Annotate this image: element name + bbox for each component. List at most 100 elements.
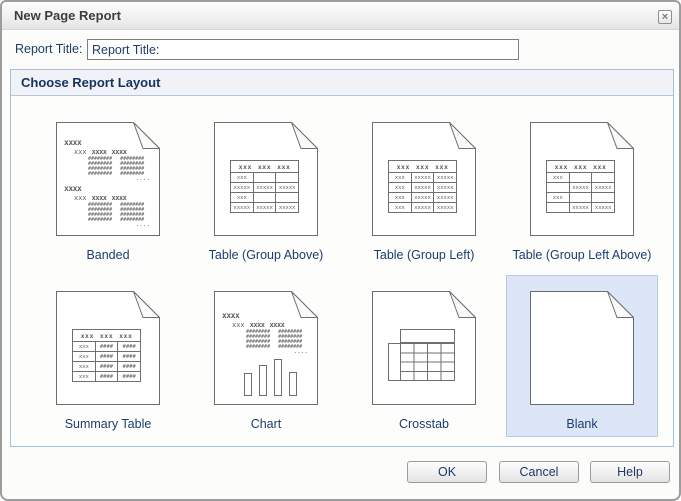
report-title-row: Report Title: xyxy=(2,38,679,62)
layout-option-table-group-left[interactable]: xxx xxx xxx xxx xxxxx xxxxx xxx xyxy=(348,113,500,265)
table-icon-content: xxx xxx xxx xxx xxxxx xxxxx xxx xyxy=(372,122,476,236)
icon-table-cell: xxxxx xyxy=(231,183,253,192)
banded-group-2: xxxx xxx xxxx xxxx ######## ######## ###… xyxy=(64,184,156,227)
icon-table-cell: xxxxx xyxy=(253,183,276,192)
icon-glyph-text: xxx xyxy=(574,163,587,171)
icon-glyph-row: xxx xxxx xxxx xyxy=(74,148,156,156)
dialog-titlebar[interactable]: New Page Report × xyxy=(2,2,679,30)
icon-glyph-text: xxxx xyxy=(222,311,314,320)
icon-hash-block: ######## ######## ######## ######## xyxy=(120,157,144,177)
icon-table-row: xxxxx xxxxx xxxxx xyxy=(231,202,298,212)
icon-table-cell: xxxxx xyxy=(569,183,592,192)
icon-hash-blocks: ######## ######## ######## ######## ####… xyxy=(88,157,156,177)
icon-table-row: xxxxx xxxxx xyxy=(547,182,614,192)
icon-table-graphic: xxx xxx xxx xxx xxxxx xxxx xyxy=(230,160,299,213)
chart-layout-icon: xxxx xxx xxxx xxxx ######## ######## ###… xyxy=(214,291,318,405)
icon-table-cell: xxxxx xyxy=(231,203,253,212)
icon-table-row: xxx xyxy=(547,172,614,182)
icon-hash-block: ######## ######## ######## ######## xyxy=(278,330,302,350)
report-title-input[interactable] xyxy=(87,39,519,60)
icon-table-cell: #### xyxy=(95,342,118,351)
layout-option-blank[interactable]: Blank xyxy=(506,275,658,437)
icon-table-row: xxx xxxxx xxxxx xyxy=(389,172,456,182)
icon-glyph-text: xxxx xyxy=(64,138,156,147)
icon-glyph-text: xxxx xyxy=(92,194,107,202)
icon-table-header: xxx xxx xxx xyxy=(389,161,456,172)
icon-table-row: xxx xyxy=(231,172,298,182)
icon-table-cell xyxy=(547,183,569,192)
chart-bars-graphic xyxy=(244,359,297,396)
icon-table-cell: xxx xyxy=(389,173,411,182)
icon-table-row: xxx xyxy=(547,192,614,202)
layout-option-banded[interactable]: xxxx xxx xxxx xxxx ######## ######## ###… xyxy=(32,113,184,265)
layout-option-chart[interactable]: xxxx xxx xxxx xxxx ######## ######## ###… xyxy=(190,275,342,437)
icon-table-cell: xxxxx xyxy=(411,183,434,192)
layout-group-heading: Choose Report Layout xyxy=(11,70,673,96)
cancel-button[interactable]: Cancel xyxy=(499,461,579,483)
icon-table-row: xxx #### #### xyxy=(73,351,140,361)
icon-table-row: xxx xxxxx xxxxx xyxy=(389,182,456,192)
summary-table-layout-icon: xxx xxx xxx xxx #### #### xxx xyxy=(56,291,160,405)
icon-table-cell: xxxxx xyxy=(591,183,614,192)
icon-table-cell: #### xyxy=(95,352,118,361)
page-outline xyxy=(530,291,634,405)
icon-table-cell: xxxxx xyxy=(411,193,434,202)
close-button[interactable]: × xyxy=(658,10,672,24)
icon-glyph-text: xxxx xyxy=(250,321,265,329)
icon-glyph-text: xxx xyxy=(74,194,87,202)
icon-table-cell: #### xyxy=(117,362,140,371)
icon-table-cell xyxy=(547,203,569,212)
icon-table-cell: xxx xyxy=(73,362,95,371)
icon-glyph-dots: .... xyxy=(64,177,156,181)
new-page-report-dialog: New Page Report × Report Title: Choose R… xyxy=(0,0,681,501)
icon-table-cell xyxy=(591,173,614,182)
icon-table-cell xyxy=(591,193,614,202)
layout-groupbox: Choose Report Layout xxxx xxx xxxx xyxy=(10,69,674,447)
icon-table-cell: xxx xyxy=(231,193,253,202)
icon-table-cell: #### xyxy=(117,372,140,381)
icon-glyph-row: xxx xxxx xxxx xyxy=(232,321,314,329)
icon-table-cell: xxx xyxy=(389,183,411,192)
icon-table-header: xxx xxx xxx xyxy=(73,330,140,341)
blank-layout-icon xyxy=(530,291,634,405)
icon-glyph-text: xxx xyxy=(435,163,448,171)
icon-table-cell xyxy=(569,193,592,202)
icon-glyph-dots: .... xyxy=(64,223,156,227)
crosstab-layout-icon xyxy=(372,291,476,405)
help-button[interactable]: Help xyxy=(590,461,670,483)
layout-option-summary-table[interactable]: xxx xxx xxx xxx #### #### xxx xyxy=(32,275,184,437)
icon-table-cell: xxxxx xyxy=(433,183,456,192)
icon-glyph-text: xxx xyxy=(100,332,113,340)
icon-table-cell: xxx xyxy=(73,352,95,361)
table-icon-content: xxx xxx xxx xxx xxxxx xxxx xyxy=(214,122,318,236)
icon-table-row: xxx xxxxx xxxxx xyxy=(389,192,456,202)
banded-layout-icon: xxxx xxx xxxx xxxx ######## ######## ###… xyxy=(56,122,160,236)
icon-glyph-text: xxx xyxy=(397,163,410,171)
layout-option-table-group-left-above[interactable]: xxx xxx xxx xxx xxxxx xyxy=(506,113,658,265)
icon-hash-block: ######## ######## ######## ######## xyxy=(88,157,112,177)
close-icon: × xyxy=(662,12,668,23)
icon-table-cell: xxx xyxy=(73,372,95,381)
layout-option-label: Blank xyxy=(566,417,597,431)
icon-table-cell: xxxxx xyxy=(275,183,298,192)
icon-table-cell: xxxxx xyxy=(433,203,456,212)
chart-bar xyxy=(274,359,282,396)
icon-table-cell: xxxxx xyxy=(433,193,456,202)
layout-option-label: Banded xyxy=(86,248,129,262)
dialog-title: New Page Report xyxy=(14,2,121,30)
chart-text-group: xxxx xxx xxxx xxxx ######## ######## ###… xyxy=(222,311,314,354)
icon-glyph-text: xxxx xyxy=(64,184,156,193)
layout-option-table-group-above[interactable]: xxx xxx xxx xxx xxxxx xxxx xyxy=(190,113,342,265)
icon-glyph-text: xxxx xyxy=(270,321,285,329)
report-title-label: Report Title: xyxy=(15,42,82,56)
chart-bar xyxy=(259,365,267,396)
icon-hash-block: ######## ######## ######## ######## xyxy=(88,203,112,223)
icon-table-header: xxx xxx xxx xyxy=(547,161,614,172)
icon-table-cell: xxx xyxy=(389,203,411,212)
layout-option-label: Summary Table xyxy=(65,417,152,431)
icon-table-cell xyxy=(253,193,276,202)
layout-option-crosstab[interactable]: Crosstab xyxy=(348,275,500,437)
icon-glyph-text: xxx xyxy=(119,332,132,340)
icon-glyph-row: xxx xxxx xxxx xyxy=(74,194,156,202)
ok-button[interactable]: OK xyxy=(407,461,487,483)
